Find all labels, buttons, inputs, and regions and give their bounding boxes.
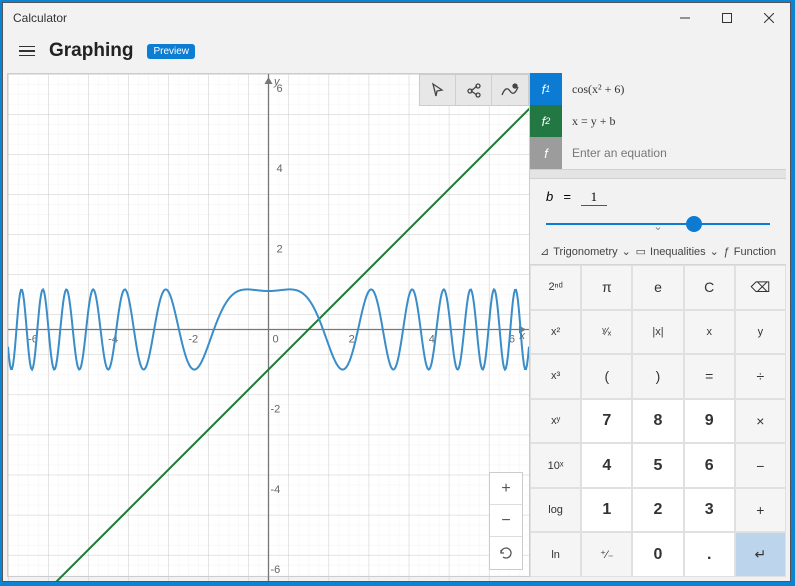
key-lparen[interactable]: ( — [581, 354, 632, 399]
key-1[interactable]: 1 — [581, 488, 632, 533]
key-8[interactable]: 8 — [632, 399, 683, 444]
key-2nd[interactable]: 2ⁿᵈ — [530, 265, 581, 310]
key-plus[interactable]: + — [735, 488, 786, 533]
key-enter[interactable]: ↵ — [735, 532, 786, 577]
equation-row-1[interactable]: f1 cos(x² + 6) — [530, 73, 786, 105]
variable-value[interactable]: 1 — [581, 189, 607, 206]
window-title: Calculator — [13, 11, 67, 25]
variable-section: b = 1 ⌄ — [530, 179, 786, 239]
keypad: 2ⁿᵈ π e C ⌫ x² ʸ⁄ₓ |x| x y x³ ( ) = ÷ xʸ… — [530, 265, 786, 577]
equation-row-new[interactable]: f Enter an equation — [530, 137, 786, 169]
share-icon[interactable] — [456, 75, 492, 105]
key-ln[interactable]: ln — [530, 532, 581, 577]
key-y[interactable]: y — [735, 310, 786, 355]
key-plus-minus[interactable]: ⁺⁄₋ — [581, 532, 632, 577]
calculator-window: Calculator Graphing Preview — [2, 2, 791, 582]
preview-badge: Preview — [147, 44, 195, 59]
trig-tab[interactable]: ⊿ Trigonometry ⌄ — [540, 245, 631, 258]
equation-tag-f2: f2 — [530, 105, 562, 137]
graph-options-icon[interactable] — [492, 75, 528, 105]
key-log[interactable]: log — [530, 488, 581, 533]
key-9[interactable]: 9 — [684, 399, 735, 444]
mode-title: Graphing — [49, 40, 133, 62]
function-icon: ƒ — [724, 246, 730, 258]
chevron-down-icon[interactable]: ⌄ — [546, 220, 770, 233]
key-multiply[interactable]: × — [735, 399, 786, 444]
key-decimal[interactable]: . — [684, 532, 735, 577]
zoom-out-button[interactable]: − — [490, 505, 522, 537]
zoom-controls: + − — [489, 472, 523, 570]
graph-toolbar — [419, 74, 529, 106]
key-x-squared[interactable]: x² — [530, 310, 581, 355]
key-abs[interactable]: |x| — [632, 310, 683, 355]
equation-tag-new: f — [530, 137, 562, 169]
key-2[interactable]: 2 — [632, 488, 683, 533]
svg-text:0: 0 — [272, 334, 278, 346]
key-backspace[interactable]: ⌫ — [735, 265, 786, 310]
graph-area[interactable]: 6 4 2 -2 -4 -6 -6 -4 -2 0 2 4 6 — [7, 73, 530, 577]
hamburger-menu-icon[interactable] — [19, 46, 35, 57]
header: Graphing Preview — [3, 33, 790, 69]
svg-text:-6: -6 — [270, 564, 280, 576]
svg-text:-2: -2 — [270, 404, 280, 416]
key-10-pow-x[interactable]: 10ˣ — [530, 443, 581, 488]
x-axis-label: x — [520, 330, 526, 342]
key-5[interactable]: 5 — [632, 443, 683, 488]
divider — [530, 169, 786, 179]
y-axis-label: y — [274, 76, 280, 88]
equation-expr-2[interactable]: x = y + b — [562, 114, 786, 129]
inequalities-tab[interactable]: ▭ Inequalities ⌄ — [636, 245, 719, 258]
graph-canvas: 6 4 2 -2 -4 -6 -6 -4 -2 0 2 4 6 — [8, 74, 529, 581]
main: 6 4 2 -2 -4 -6 -6 -4 -2 0 2 4 6 — [3, 69, 790, 581]
minimize-button[interactable] — [664, 3, 706, 33]
variable-name: b — [546, 189, 553, 204]
key-7[interactable]: 7 — [581, 399, 632, 444]
svg-text:4: 4 — [277, 163, 283, 175]
key-x-cubed[interactable]: x³ — [530, 354, 581, 399]
equation-row-2[interactable]: f2 x = y + b — [530, 105, 786, 137]
key-divide[interactable]: ÷ — [735, 354, 786, 399]
key-pi[interactable]: π — [581, 265, 632, 310]
close-button[interactable] — [748, 3, 790, 33]
key-fraction[interactable]: ʸ⁄ₓ — [581, 310, 632, 355]
zoom-in-button[interactable]: + — [490, 473, 522, 505]
right-panel: f1 cos(x² + 6) f2 x = y + b f Enter an e… — [530, 73, 786, 577]
key-x[interactable]: x — [684, 310, 735, 355]
key-equals[interactable]: = — [684, 354, 735, 399]
key-e[interactable]: e — [632, 265, 683, 310]
key-x-pow-y[interactable]: xʸ — [530, 399, 581, 444]
key-minus[interactable]: − — [735, 443, 786, 488]
variable-slider[interactable] — [546, 214, 770, 216]
keypad-categories: ⊿ Trigonometry ⌄ ▭ Inequalities ⌄ ƒ Func… — [530, 239, 786, 265]
key-6[interactable]: 6 — [684, 443, 735, 488]
svg-text:-4: -4 — [270, 484, 280, 496]
titlebar: Calculator — [3, 3, 790, 33]
svg-text:2: 2 — [277, 243, 283, 255]
chevron-down-icon: ⌄ — [622, 245, 631, 258]
chevron-down-icon: ⌄ — [710, 245, 719, 258]
equation-expr-1[interactable]: cos(x² + 6) — [562, 82, 786, 97]
variable-eq: = — [563, 189, 571, 204]
key-clear[interactable]: C — [684, 265, 735, 310]
maximize-button[interactable] — [706, 3, 748, 33]
key-3[interactable]: 3 — [684, 488, 735, 533]
equation-tag-f1: f1 — [530, 73, 562, 105]
zoom-reset-button[interactable] — [490, 537, 522, 569]
trace-tool-icon[interactable] — [420, 75, 456, 105]
key-0[interactable]: 0 — [632, 532, 683, 577]
key-rparen[interactable]: ) — [632, 354, 683, 399]
inequalities-icon: ▭ — [636, 245, 646, 258]
slider-thumb[interactable] — [686, 216, 702, 232]
key-4[interactable]: 4 — [581, 443, 632, 488]
svg-text:-2: -2 — [188, 334, 198, 346]
angle-icon: ⊿ — [540, 245, 549, 258]
equation-placeholder[interactable]: Enter an equation — [562, 146, 786, 160]
function-tab[interactable]: ƒ Function — [724, 246, 776, 258]
